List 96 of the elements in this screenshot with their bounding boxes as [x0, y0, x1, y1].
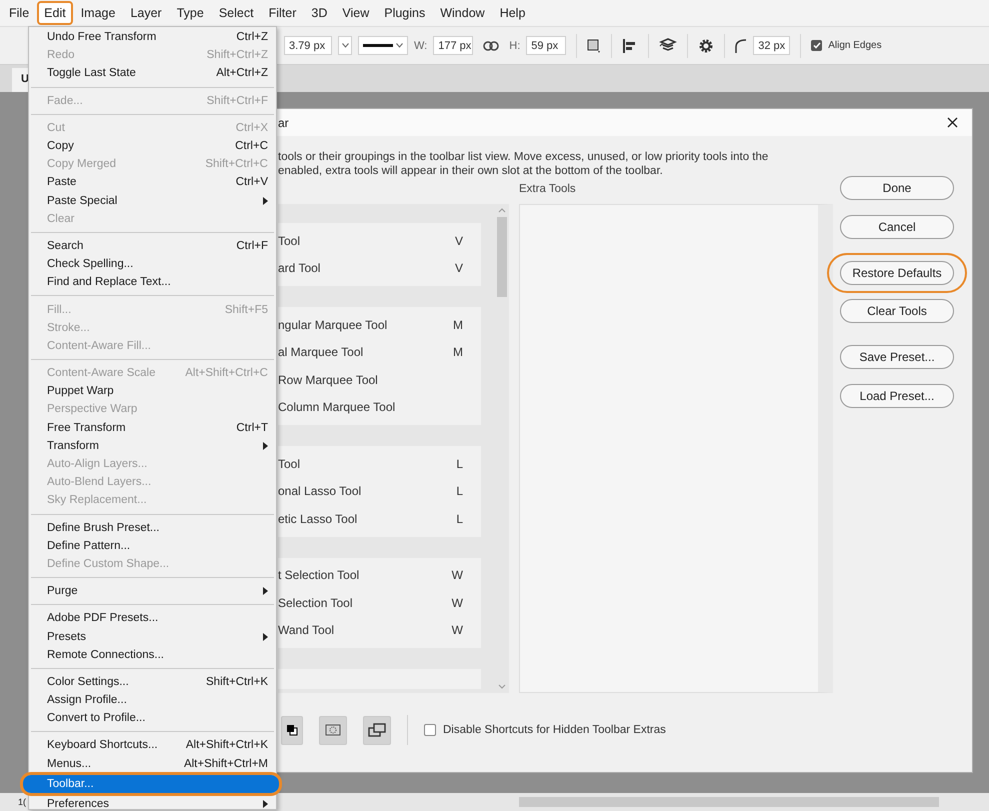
description-text: tools or their groupings in the toolbar list view. Move excess, unused, or low priority tools into the	[278, 150, 770, 164]
dialog-button[interactable]: Cancel	[840, 215, 954, 239]
scrollbar[interactable]	[519, 797, 940, 807]
menu-item[interactable]: Menus... Alt+Shift+Ctrl+M	[29, 754, 276, 773]
tool-name[interactable]: ard Tool	[278, 261, 320, 276]
tool-name[interactable]: t Selection Tool	[278, 568, 360, 582]
tool-name[interactable]: Wand Tool	[278, 623, 334, 638]
menu-item[interactable]: Convert to Profile...	[29, 709, 276, 728]
scrollbar-thumb[interactable]	[497, 217, 507, 297]
color-swatch-button[interactable]	[281, 716, 303, 744]
stroke-width-field[interactable]: 3.79 px	[284, 36, 332, 55]
menu-item[interactable]: Presets	[29, 627, 276, 646]
menu-item[interactable]: Find and Replace Text...	[29, 273, 276, 292]
corner-radius-icon	[735, 38, 748, 52]
menu-item[interactable]: Toolbar...	[23, 774, 279, 793]
extra-tools-label: Extra Tools	[519, 183, 577, 197]
menu-title[interactable]: Type	[170, 1, 211, 25]
height-label: H:	[509, 40, 520, 52]
width-field[interactable]: 177 px	[433, 36, 474, 55]
menu-item[interactable]: Undo Free Transform Ctrl+Z	[29, 28, 276, 46]
tool-shortcut: W	[452, 568, 463, 582]
mask-icon	[325, 724, 341, 736]
tool-shortcut: L	[456, 512, 463, 526]
tool-shortcut: V	[454, 234, 463, 248]
description-text: enabled, extra tools will appear in their own slot at the bottom of the toolbar.	[278, 164, 664, 178]
caret-icon	[396, 43, 403, 48]
corner-radius-field[interactable]: 32 px	[753, 36, 790, 55]
dialog-button[interactable]: Clear Tools	[840, 299, 954, 323]
tool-name[interactable]: onal Lasso Tool	[278, 484, 362, 498]
width-label: W:	[414, 40, 428, 52]
menu-title[interactable]: Plugins	[377, 1, 432, 25]
menu-title[interactable]: Filter	[262, 1, 304, 25]
tool-shortcut: L	[456, 484, 463, 498]
tool-shortcut: M	[453, 318, 463, 332]
tool-name[interactable]: Row Marquee Tool	[278, 372, 378, 387]
dialog-button[interactable]: Save Preset...	[840, 345, 954, 369]
line-style-icon	[363, 44, 394, 47]
menu-item[interactable]: Define Pattern...	[29, 536, 276, 555]
menu-item[interactable]: Keyboard Shortcuts... Alt+Shift+Ctrl+K	[29, 736, 276, 755]
tool-shortcut: L	[456, 456, 463, 471]
menu-item[interactable]: Preferences	[29, 794, 276, 811]
menu-item[interactable]: Adobe PDF Presets...	[29, 609, 276, 628]
color-swatches-icon	[286, 724, 298, 736]
checkbox[interactable]	[424, 724, 436, 736]
align-edges-label: Align Edges	[828, 40, 882, 51]
menu-item[interactable]: Search Ctrl+F	[29, 236, 276, 256]
menu-title[interactable]: Window	[433, 1, 492, 25]
menu-item[interactable]: Transform	[29, 436, 276, 455]
menu-item[interactable]: Purge	[29, 582, 276, 600]
tool-shortcut: W	[452, 596, 463, 610]
checkbox-label: Disable Shortcuts for Hidden Toolbar Extras	[443, 724, 666, 736]
menu-title[interactable]: 3D	[304, 1, 334, 25]
tool-name[interactable]: ngular Marquee Tool	[278, 318, 388, 332]
menu-title[interactable]: File	[2, 1, 36, 25]
menu-title[interactable]: Image	[74, 1, 122, 25]
menu-item[interactable]: Define Brush Preset...	[29, 518, 276, 537]
tool-name[interactable]: etic Lasso Tool	[278, 512, 358, 526]
menu-title[interactable]: Layer	[123, 1, 169, 25]
stroke-style-dropdown[interactable]	[358, 36, 408, 55]
tool-name[interactable]: al Marquee Tool	[278, 345, 364, 360]
dropdown-button[interactable]	[338, 36, 352, 55]
tool-name[interactable]: Selection Tool	[278, 596, 352, 610]
settings-icon[interactable]	[698, 38, 714, 54]
menu-item[interactable]: Assign Profile...	[29, 691, 276, 710]
menu-title[interactable]: View	[335, 1, 376, 25]
menu-item[interactable]: Toggle Last State Alt+Ctrl+Z	[29, 64, 276, 83]
dialog-button[interactable]: Restore Defaults	[840, 261, 954, 285]
tool-name[interactable]: Column Marquee Tool	[278, 400, 396, 414]
menu-item[interactable]: Puppet Warp	[29, 382, 276, 400]
path-operations-icon[interactable]	[587, 38, 602, 52]
menu-title[interactable]: Select	[212, 1, 261, 25]
tool-shortcut: W	[452, 623, 463, 638]
menu-title[interactable]: Help	[492, 1, 532, 25]
menu-item[interactable]: Paste Special	[29, 192, 276, 210]
menu-item[interactable]: Remote Connections...	[29, 646, 276, 664]
tool-name[interactable]: Tool	[278, 234, 300, 248]
caret-icon	[342, 43, 348, 48]
menu-item[interactable]: Check Spelling...	[29, 255, 276, 274]
quick-mask-button[interactable]	[319, 716, 347, 744]
dialog-button[interactable]: Done	[840, 176, 954, 200]
link-icon[interactable]	[483, 40, 500, 50]
tool-shortcut: V	[454, 261, 463, 276]
tool-shortcut: M	[453, 345, 463, 360]
screens-icon	[368, 723, 386, 737]
align-edges-checkbox[interactable]	[811, 40, 822, 51]
menu-item[interactable]: Free Transform Ctrl+T	[29, 418, 276, 437]
dialog-button[interactable]: Load Preset...	[840, 384, 954, 408]
dialog-title: ar	[278, 116, 289, 130]
height-field[interactable]: 59 px	[526, 36, 566, 55]
tool-name[interactable]: Tool	[278, 456, 300, 471]
menu-item[interactable]: Copy Ctrl+C	[29, 136, 276, 156]
screen-mode-button[interactable]	[363, 716, 391, 744]
zoom-level: 1(	[18, 797, 26, 807]
menu-item[interactable]: Color Settings... Shift+Ctrl+K	[29, 672, 276, 691]
menu-item[interactable]: Paste Ctrl+V	[29, 173, 276, 192]
menu-title[interactable]: Edit	[37, 1, 73, 25]
